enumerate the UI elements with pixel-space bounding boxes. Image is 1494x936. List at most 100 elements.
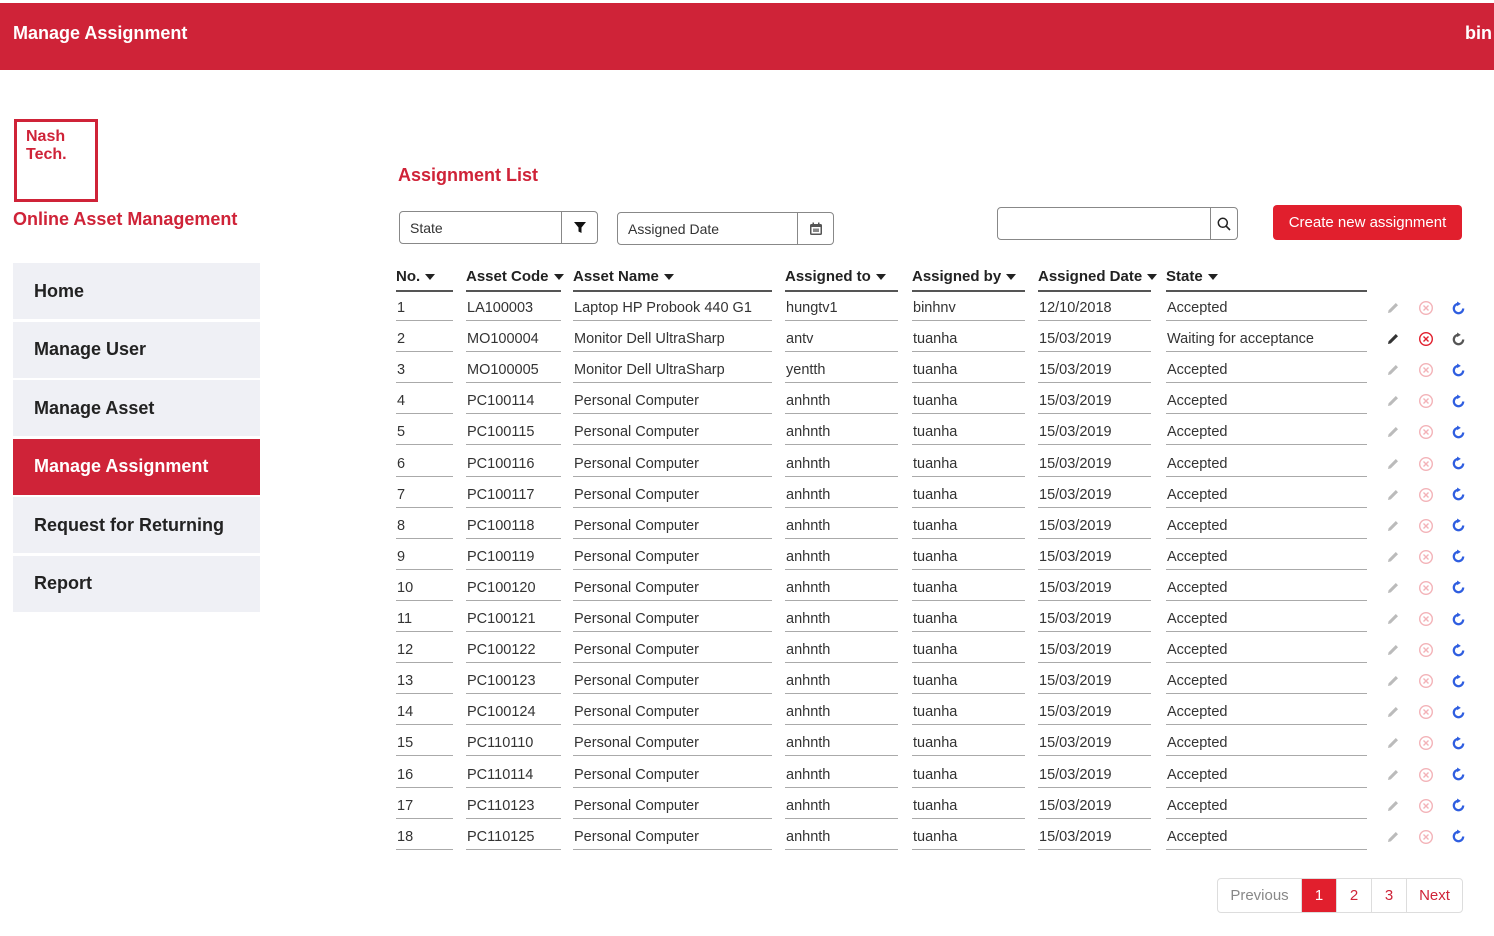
sort-caret-icon[interactable]: [553, 274, 564, 281]
create-new-assignment-button[interactable]: Create new assignment: [1273, 205, 1462, 240]
delete-icon[interactable]: [1417, 672, 1435, 690]
delete-icon[interactable]: [1417, 486, 1435, 504]
return-icon[interactable]: [1449, 766, 1467, 784]
next-page-button[interactable]: Next: [1406, 879, 1462, 912]
delete-icon[interactable]: [1417, 548, 1435, 566]
edit-icon[interactable]: [1384, 828, 1402, 846]
nav-item-report[interactable]: Report: [13, 555, 260, 612]
return-icon[interactable]: [1449, 330, 1467, 348]
cell-asset-name: Personal Computer: [573, 482, 772, 508]
sort-caret-icon[interactable]: [1207, 274, 1218, 281]
return-icon[interactable]: [1449, 392, 1467, 410]
edit-icon[interactable]: [1384, 579, 1402, 597]
edit-icon[interactable]: [1384, 672, 1402, 690]
delete-icon[interactable]: [1417, 361, 1435, 379]
search-icon[interactable]: [1210, 208, 1237, 239]
nav-item-home[interactable]: Home: [13, 263, 260, 319]
edit-icon[interactable]: [1384, 517, 1402, 535]
edit-icon[interactable]: [1384, 361, 1402, 379]
nav-item-manage-assignment[interactable]: Manage Assignment: [13, 438, 260, 495]
filter-icon[interactable]: [561, 212, 597, 243]
cell-assigned-by: tuanha: [912, 357, 1025, 384]
return-icon[interactable]: [1449, 548, 1467, 566]
delete-icon[interactable]: [1417, 610, 1435, 628]
sort-caret-icon[interactable]: [425, 274, 436, 281]
return-icon[interactable]: [1449, 734, 1467, 752]
sort-caret-icon[interactable]: [875, 274, 886, 281]
search-input[interactable]: [998, 208, 1210, 239]
edit-icon[interactable]: [1384, 392, 1402, 410]
nav-item-request-for-returning[interactable]: Request for Returning: [13, 497, 260, 554]
page-1-button[interactable]: 1: [1301, 879, 1336, 912]
cell-assigned-by: tuanha: [912, 388, 1025, 415]
sort-caret-icon[interactable]: [663, 274, 674, 281]
calendar-icon[interactable]: [797, 213, 833, 244]
sort-caret-icon[interactable]: [1147, 274, 1158, 281]
cell-asset-name: Personal Computer: [573, 824, 772, 850]
delete-icon[interactable]: [1417, 641, 1435, 659]
col-header-no[interactable]: No.: [396, 268, 453, 292]
col-header-asset-name[interactable]: Asset Name: [573, 268, 772, 292]
return-icon[interactable]: [1449, 361, 1467, 379]
cell-asset-code: MO100004: [466, 326, 561, 353]
edit-icon[interactable]: [1384, 548, 1402, 566]
page-2-button[interactable]: 2: [1336, 879, 1371, 912]
delete-icon[interactable]: [1417, 797, 1435, 815]
delete-icon[interactable]: [1417, 392, 1435, 410]
delete-icon[interactable]: [1417, 517, 1435, 535]
page-3-button[interactable]: 3: [1371, 879, 1406, 912]
nav-item-manage-asset[interactable]: Manage Asset: [13, 380, 260, 437]
delete-icon[interactable]: [1417, 330, 1435, 348]
edit-icon[interactable]: [1384, 423, 1402, 441]
cell-assigned-date: 15/03/2019: [1038, 637, 1151, 664]
col-header-assigned-by[interactable]: Assigned by: [912, 268, 1025, 292]
cell-asset-code: PC100122: [466, 637, 561, 664]
logo-line-1: Nash: [26, 128, 66, 145]
cell-asset-name: Personal Computer: [573, 699, 772, 726]
previous-page-button[interactable]: Previous: [1218, 879, 1301, 912]
cell-assigned-by: tuanha: [912, 482, 1025, 508]
assigned-date-filter-label: Assigned Date: [628, 221, 720, 237]
user-menu[interactable]: bin: [1465, 23, 1492, 44]
return-icon[interactable]: [1449, 517, 1467, 535]
return-icon[interactable]: [1449, 455, 1467, 473]
col-header-assigned-to[interactable]: Assigned to: [785, 268, 898, 292]
assigned-date-filter[interactable]: Assigned Date: [617, 212, 834, 245]
edit-icon[interactable]: [1384, 486, 1402, 504]
delete-icon[interactable]: [1417, 828, 1435, 846]
delete-icon[interactable]: [1417, 579, 1435, 597]
delete-icon[interactable]: [1417, 455, 1435, 473]
delete-icon[interactable]: [1417, 299, 1435, 317]
col-header-state[interactable]: State: [1166, 268, 1367, 292]
edit-icon[interactable]: [1384, 766, 1402, 784]
edit-icon[interactable]: [1384, 330, 1402, 348]
return-icon[interactable]: [1449, 672, 1467, 690]
edit-icon[interactable]: [1384, 610, 1402, 628]
edit-icon[interactable]: [1384, 455, 1402, 473]
return-icon[interactable]: [1449, 703, 1467, 721]
edit-icon[interactable]: [1384, 641, 1402, 659]
return-icon[interactable]: [1449, 486, 1467, 504]
edit-icon[interactable]: [1384, 703, 1402, 721]
return-icon[interactable]: [1449, 797, 1467, 815]
return-icon[interactable]: [1449, 641, 1467, 659]
edit-icon[interactable]: [1384, 299, 1402, 317]
nav-item-manage-user[interactable]: Manage User: [13, 321, 260, 378]
return-icon[interactable]: [1449, 610, 1467, 628]
col-header-assigned-date[interactable]: Assigned Date: [1038, 268, 1158, 292]
return-icon[interactable]: [1449, 579, 1467, 597]
state-filter[interactable]: State: [399, 211, 598, 244]
delete-icon[interactable]: [1417, 423, 1435, 441]
delete-icon[interactable]: [1417, 703, 1435, 721]
cell-no: 2: [396, 326, 453, 353]
return-icon[interactable]: [1449, 299, 1467, 317]
edit-icon[interactable]: [1384, 797, 1402, 815]
cell-assigned-date: 15/03/2019: [1038, 730, 1151, 757]
edit-icon[interactable]: [1384, 734, 1402, 752]
delete-icon[interactable]: [1417, 734, 1435, 752]
return-icon[interactable]: [1449, 423, 1467, 441]
col-header-asset-code[interactable]: Asset Code: [466, 268, 564, 292]
delete-icon[interactable]: [1417, 766, 1435, 784]
return-icon[interactable]: [1449, 828, 1467, 846]
sort-caret-icon[interactable]: [1006, 274, 1017, 281]
